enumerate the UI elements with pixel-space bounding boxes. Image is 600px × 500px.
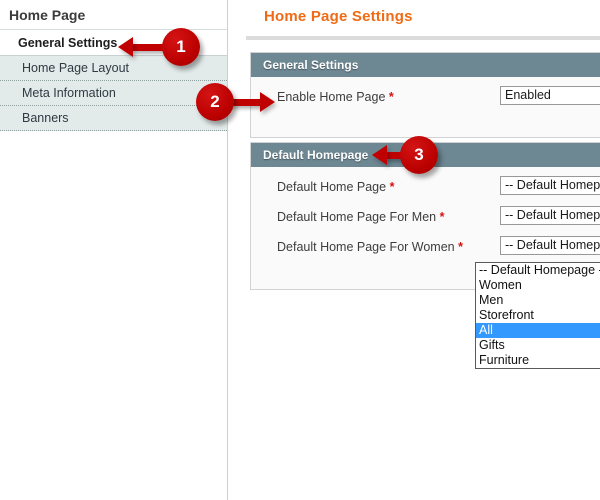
field-row-default-home-page-men: Default Home Page For Men * -- Default H… xyxy=(251,206,600,236)
callout-1-arrow-head-icon xyxy=(118,37,133,57)
label-text: Default Home Page For Men xyxy=(277,210,437,224)
callout-1-badge: 1 xyxy=(162,28,200,66)
dropdown-option[interactable]: -- Default Homepage - xyxy=(476,263,600,278)
dropdown-option[interactable]: Men xyxy=(476,293,600,308)
select-default-home-page[interactable]: -- Default Homepage - xyxy=(500,176,600,195)
dropdown-option[interactable]: Gifts xyxy=(476,338,600,353)
field-label-default-home-page: Default Home Page * xyxy=(277,180,394,194)
label-text: Default Home Page xyxy=(277,180,387,194)
dropdown-option-selected[interactable]: All xyxy=(476,323,600,338)
panel-header-general-settings: General Settings xyxy=(251,53,600,77)
callout-2-arrow-head-icon xyxy=(260,92,275,112)
select-default-home-page-men[interactable]: -- Default Homepage - xyxy=(500,206,600,225)
callout-3-arrow-head-icon xyxy=(372,145,387,165)
required-marker: * xyxy=(458,240,463,254)
select-enable-home-page[interactable]: Enabled xyxy=(500,86,600,105)
dropdown-option[interactable]: Women xyxy=(476,278,600,293)
required-marker: * xyxy=(388,90,394,104)
dropdown-options-list[interactable]: -- Default Homepage - Women Men Storefro… xyxy=(475,262,600,369)
field-label-default-home-page-men: Default Home Page For Men * xyxy=(277,210,444,224)
panel-general-settings: General Settings Enable Home Page * Enab… xyxy=(250,52,600,138)
dropdown-option[interactable]: Storefront xyxy=(476,308,600,323)
field-row-enable-home-page: Enable Home Page * Enabled xyxy=(251,86,600,112)
dropdown-option[interactable]: Furniture xyxy=(476,353,600,368)
sidebar-title: Home Page xyxy=(0,0,227,30)
required-marker: * xyxy=(439,210,445,224)
sidebar-item-label: Meta Information xyxy=(22,86,116,100)
callout-2-arrow-shaft xyxy=(230,99,262,106)
field-label-default-home-page-women: Default Home Page For Women * xyxy=(277,240,463,254)
sidebar-item-meta-information[interactable]: Meta Information xyxy=(0,81,227,106)
select-default-home-page-women[interactable]: -- Default Homepage - xyxy=(500,236,600,255)
page-title: Home Page Settings xyxy=(264,8,413,25)
sidebar-item-label: Banners xyxy=(22,111,69,125)
field-row-default-home-page: Default Home Page * -- Default Homepage … xyxy=(251,176,600,206)
callout-2-badge: 2 xyxy=(196,83,234,121)
sidebar-item-label: Home Page Layout xyxy=(22,61,130,75)
required-marker: * xyxy=(389,180,395,194)
sidebar: Home Page General Settings Home Page Lay… xyxy=(0,0,228,500)
panel-body-general-settings: Enable Home Page * Enabled xyxy=(251,77,600,137)
field-label-enable-home-page: Enable Home Page * xyxy=(277,90,394,104)
content-area: Home Page Settings General Settings Enab… xyxy=(228,0,600,500)
label-text: Enable Home Page xyxy=(277,90,386,104)
sidebar-item-label: General Settings xyxy=(18,36,118,50)
label-text: Default Home Page For Women xyxy=(277,240,455,254)
callout-3-badge: 3 xyxy=(400,136,438,174)
sidebar-item-banners[interactable]: Banners xyxy=(0,106,227,131)
title-divider xyxy=(246,36,600,40)
